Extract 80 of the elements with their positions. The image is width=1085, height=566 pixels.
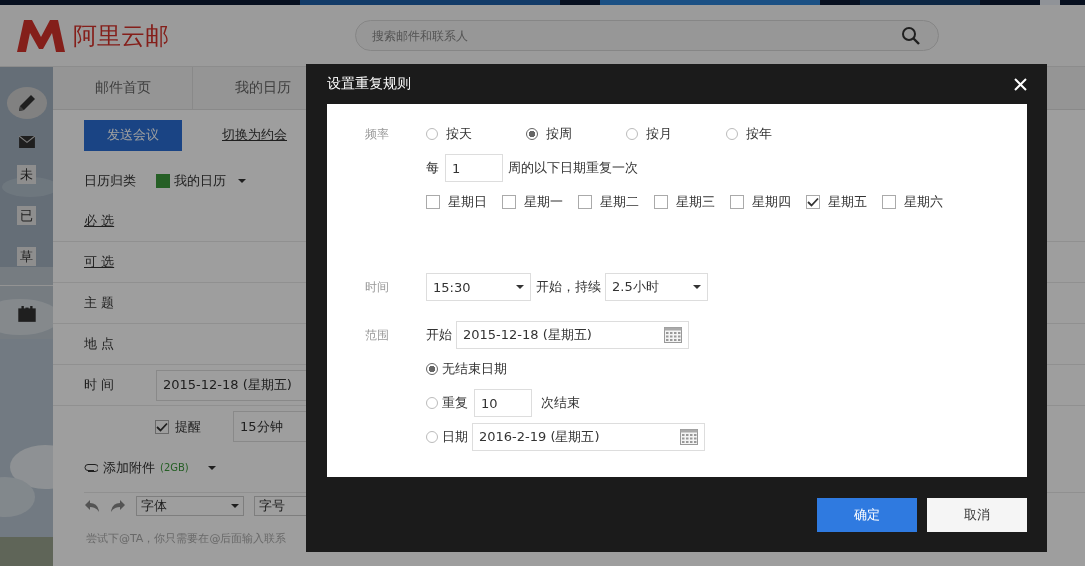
radio-button[interactable] — [426, 431, 438, 443]
option-label: 按周 — [546, 125, 572, 143]
checkbox-label: 星期二 — [600, 193, 639, 211]
calendar-name: 我的日历 — [174, 171, 226, 190]
switch-link[interactable]: 切换为约会 — [222, 126, 287, 144]
field-label: 地 点 — [84, 335, 116, 353]
interval-field[interactable]: 1 — [445, 154, 503, 182]
checkbox-label: 星期日 — [448, 193, 487, 211]
checkbox[interactable] — [654, 195, 668, 209]
send-button[interactable]: 发送会议 — [84, 119, 182, 151]
nav-item[interactable]: 已 — [17, 206, 36, 226]
checkbox-label: 星期六 — [904, 193, 943, 211]
caret-icon — [693, 285, 701, 289]
search-icon[interactable] — [901, 26, 921, 46]
radio-button[interactable] — [426, 363, 438, 375]
caret-icon — [231, 504, 239, 508]
confirm-button[interactable]: 确定 — [817, 497, 917, 532]
checkbox-label: 星期四 — [752, 193, 791, 211]
checkbox[interactable] — [806, 195, 820, 209]
radio-button[interactable] — [726, 128, 738, 140]
calendar-select[interactable]: 我的日历 — [156, 171, 246, 190]
close-icon[interactable] — [1014, 77, 1027, 91]
search-field[interactable]: 搜索邮件和联系人 — [355, 20, 939, 51]
calendar-icon — [680, 429, 698, 445]
paperclip-icon — [84, 463, 98, 472]
redo-icon[interactable] — [110, 499, 126, 513]
option-label: 日期 — [442, 428, 468, 446]
field-label: 日历归类 — [84, 171, 137, 190]
field-label: 开始，持续 — [536, 278, 601, 296]
option-label: 重复 — [442, 394, 468, 412]
option-label: 按天 — [446, 125, 472, 143]
field-label: 次结束 — [541, 394, 580, 412]
tab[interactable]: 邮件首页 — [53, 67, 193, 109]
checkbox-label: 星期一 — [524, 193, 563, 211]
field-label: 时 间 — [84, 376, 116, 394]
radio-button[interactable] — [426, 128, 438, 140]
end-date-field[interactable]: 2016-2-19 (星期五) — [472, 423, 705, 451]
field-label: 时间 — [365, 278, 390, 296]
checkbox[interactable] — [578, 195, 592, 209]
checkbox[interactable] — [502, 195, 516, 209]
checkbox[interactable] — [882, 195, 896, 209]
calendar-icon — [664, 327, 682, 343]
calendar-swatch-icon — [156, 173, 170, 188]
field-link[interactable]: 必 选 — [84, 212, 156, 230]
field-label: 开始 — [426, 326, 452, 344]
attachment-size: (2GB) — [160, 462, 189, 473]
duration-select[interactable]: 2.5小时 — [605, 273, 708, 301]
option-label: 按月 — [646, 125, 672, 143]
radio-button[interactable] — [626, 128, 638, 140]
field-label: 周的以下日期重复一次 — [508, 159, 638, 177]
field-label: 每 — [426, 159, 439, 177]
undo-icon[interactable] — [84, 499, 100, 513]
caret-icon — [207, 465, 216, 470]
time-select[interactable]: 15:30 — [426, 273, 531, 301]
field-label: 范围 — [365, 326, 390, 344]
start-date-field[interactable]: 2015-12-18 (星期五) — [456, 321, 689, 349]
nav-item[interactable]: 草 — [17, 247, 36, 267]
field-label: 频率 — [365, 125, 390, 143]
caret-icon — [238, 178, 246, 183]
pencil-icon — [16, 92, 37, 113]
field-link[interactable]: 可 选 — [84, 253, 156, 271]
font-select[interactable]: 字体 — [136, 496, 244, 516]
checkbox[interactable] — [426, 195, 440, 209]
radio-button[interactable] — [426, 397, 438, 409]
count-field[interactable]: 10 — [474, 389, 532, 417]
logo-icon — [15, 18, 67, 53]
nav-item[interactable]: 未 — [17, 165, 36, 185]
checkbox[interactable] — [730, 195, 744, 209]
option-label: 按年 — [746, 125, 772, 143]
checkbox-label: 星期三 — [676, 193, 715, 211]
option-label: 无结束日期 — [442, 360, 507, 378]
checkbox[interactable] — [155, 419, 169, 434]
attach-link[interactable]: 添加附件 — [103, 458, 155, 477]
caret-icon — [516, 285, 524, 289]
checkbox-label: 提醒 — [175, 417, 202, 436]
radio-button[interactable] — [526, 128, 538, 140]
field-label: 主 题 — [84, 294, 116, 312]
logo-text: 阿里云邮 — [73, 20, 169, 52]
cancel-button[interactable]: 取消 — [927, 497, 1027, 532]
checkbox-label: 星期五 — [828, 193, 867, 211]
